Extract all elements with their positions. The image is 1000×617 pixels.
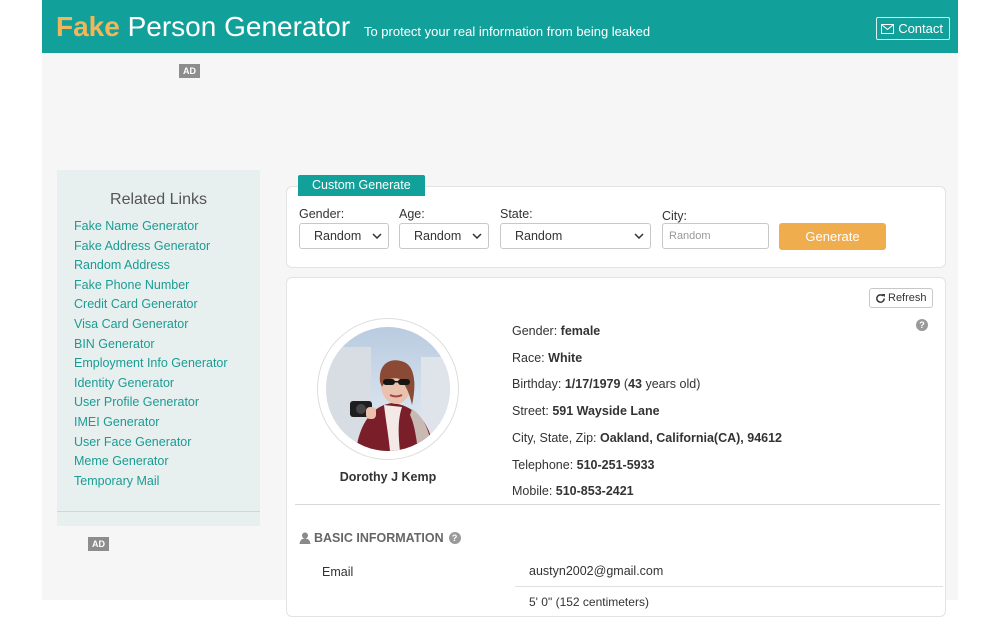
chevron-down-icon <box>372 233 382 239</box>
link-visa-card-generator[interactable]: Visa Card Generator <box>74 315 260 335</box>
person-photo <box>326 327 450 451</box>
telephone-row-label: Telephone: <box>512 457 574 472</box>
custom-generate-panel: Gender: Random Age: Random State: Random… <box>286 186 946 268</box>
link-bin-generator[interactable]: BIN Generator <box>74 335 260 355</box>
question-icon[interactable]: ? <box>916 319 928 331</box>
street-row: Street: 591 Wayside Lane <box>512 398 782 425</box>
telephone-row: Telephone: 510-251-5933 <box>512 452 782 479</box>
contact-label: Contact <box>898 21 943 36</box>
age-suffix: years old) <box>645 377 701 392</box>
sidebar-divider <box>57 511 260 512</box>
link-user-face-generator[interactable]: User Face Generator <box>74 433 260 453</box>
link-imei-generator[interactable]: IMEI Generator <box>74 413 260 433</box>
profile-card: Refresh ? Dorothy J Kemp Gender: female … <box>286 277 946 617</box>
gender-value: female <box>560 324 601 338</box>
profile-divider <box>295 504 940 505</box>
gender-row: Gender: female <box>512 318 782 345</box>
ad-badge-top: AD <box>179 64 200 78</box>
street-value: 591 Wayside Lane <box>552 404 660 419</box>
profile-info-list: Gender: female Race: White Birthday: 1/1… <box>512 318 782 505</box>
state-label: State: <box>500 207 533 221</box>
height-value: 5' 0" (152 centimeters) <box>529 595 649 609</box>
gender-select-value: Random <box>314 229 362 243</box>
link-random-address[interactable]: Random Address <box>74 256 260 276</box>
race-row: Race: White <box>512 345 782 372</box>
generate-button[interactable]: Generate <box>779 223 886 250</box>
site-logo[interactable]: Fake Person Generator To protect your re… <box>56 10 650 49</box>
link-fake-address-generator[interactable]: Fake Address Generator <box>74 237 260 257</box>
email-label: Email <box>322 565 354 579</box>
chevron-down-icon <box>634 233 644 239</box>
gender-label: Gender: <box>299 207 345 221</box>
link-user-profile-generator[interactable]: User Profile Generator <box>74 393 260 413</box>
site-tagline: To protect your real information from be… <box>363 24 651 39</box>
state-select[interactable]: Random <box>500 223 651 249</box>
site-header: Fake Person Generator To protect your re… <box>42 0 958 53</box>
question-icon[interactable]: ? <box>448 532 461 544</box>
mobile-row: Mobile: 510-853-2421 <box>512 478 782 505</box>
city-row-label: City, State, Zip: <box>512 430 597 445</box>
race-row-label: Race: <box>512 350 545 365</box>
avatar <box>326 327 450 451</box>
birthday-row: Birthday: 1/17/1979 (43 years old) <box>512 371 782 398</box>
related-links-sidebar: Related Links Fake Name Generator Fake A… <box>57 170 260 526</box>
basic-information-title: BASIC INFORMATION <box>314 531 444 545</box>
gender-select[interactable]: Random <box>299 223 389 249</box>
logo-brand: Fake <box>56 11 120 42</box>
race-value: White <box>548 350 583 365</box>
city-row: City, State, Zip: Oakland, California(CA… <box>512 425 782 452</box>
related-links-list: Fake Name Generator Fake Address Generat… <box>57 217 260 491</box>
link-employment-info-generator[interactable]: Employment Info Generator <box>74 354 260 374</box>
age-label: Age: <box>399 207 425 221</box>
logo-title: Person Generator <box>119 11 351 42</box>
mobile-value: 510-853-2421 <box>555 484 634 499</box>
refresh-button[interactable]: Refresh <box>869 288 933 308</box>
mobile-row-label: Mobile: <box>512 484 553 499</box>
refresh-label: Refresh <box>888 292 927 304</box>
custom-generate-tab[interactable]: Custom Generate <box>298 175 425 196</box>
age-value: 43 <box>628 377 642 392</box>
avatar-frame <box>317 318 459 460</box>
person-full-name: Dorothy J Kemp <box>339 470 437 484</box>
envelope-icon <box>881 23 895 34</box>
contact-button[interactable]: Contact <box>876 17 950 40</box>
birthday-value: 1/17/1979 <box>564 377 621 392</box>
email-value[interactable]: austyn2002@gmail.com <box>529 564 663 578</box>
refresh-icon <box>876 293 886 303</box>
city-state-zip-value: Oakland, California(CA), 94612 <box>600 430 783 445</box>
age-select-value: Random <box>414 229 462 243</box>
city-input[interactable]: Random <box>662 223 769 249</box>
link-identity-generator[interactable]: Identity Generator <box>74 374 260 394</box>
link-fake-phone-number[interactable]: Fake Phone Number <box>74 276 260 296</box>
state-select-value: Random <box>515 229 563 243</box>
sidebar-title: Related Links <box>110 191 207 208</box>
birthday-row-label: Birthday: <box>512 377 562 392</box>
gender-row-label: Gender: <box>512 324 558 338</box>
city-label: City: <box>662 209 687 223</box>
chevron-down-icon <box>472 233 482 239</box>
link-temporary-mail[interactable]: Temporary Mail <box>74 472 260 492</box>
basic-information-heading: BASIC INFORMATION ? <box>299 531 461 545</box>
link-credit-card-generator[interactable]: Credit Card Generator <box>74 295 260 315</box>
ad-badge-sidebar: AD <box>88 537 109 551</box>
street-row-label: Street: <box>512 404 549 419</box>
user-icon <box>299 532 311 544</box>
age-select[interactable]: Random <box>399 223 489 249</box>
link-meme-generator[interactable]: Meme Generator <box>74 452 260 472</box>
link-fake-name-generator[interactable]: Fake Name Generator <box>74 217 260 237</box>
detail-divider <box>515 586 943 587</box>
telephone-value: 510-251-5933 <box>576 457 655 472</box>
